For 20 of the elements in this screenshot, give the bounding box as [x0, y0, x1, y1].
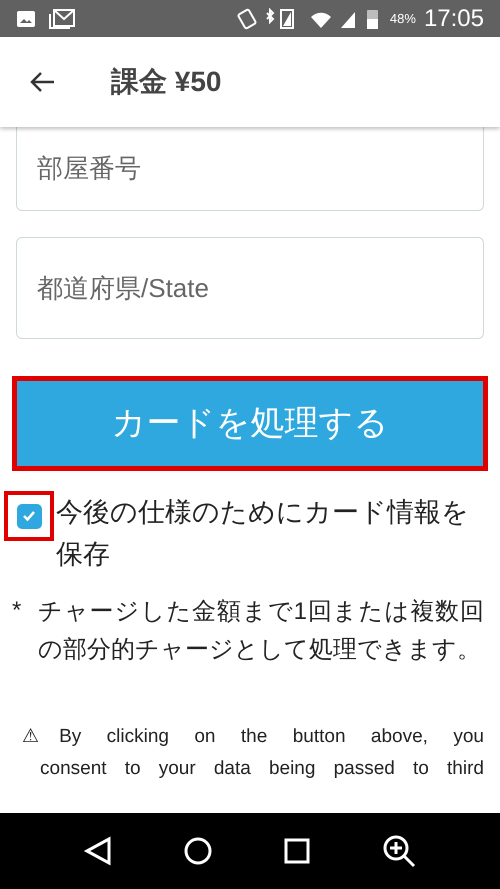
- text-field[interactable]: 都道府県/State: [16, 237, 484, 339]
- page-title: 課金 ¥50: [111, 65, 222, 99]
- home-circle-icon[interactable]: [182, 836, 212, 866]
- back-triangle-icon[interactable]: [84, 836, 112, 866]
- save-card-checkbox[interactable]: [16, 504, 42, 528]
- consent-text: ⚠By clicking on the button above, you: [22, 725, 484, 749]
- asterisk-mark: *: [12, 596, 22, 626]
- image-icon: [16, 10, 36, 28]
- battery-percent: 48%: [390, 10, 416, 28]
- check-icon: [22, 510, 36, 522]
- consent-text: consent to your data being passed to third: [39, 757, 484, 781]
- save-card-label: 今後の仕様のためにカード情報を保存: [56, 496, 470, 571]
- clock-time: 17:05: [424, 4, 484, 34]
- process-card-button[interactable]: カードを処理する: [17, 381, 483, 466]
- back-arrow-icon[interactable]: [28, 70, 56, 94]
- zoom-in-icon[interactable]: [380, 833, 416, 869]
- recents-square-icon[interactable]: [284, 838, 310, 864]
- charge-note: チャージした金額まで1回または複数回の部分的チャージとして処理できます。: [38, 597, 484, 665]
- mail-icon: [48, 8, 76, 30]
- text-field[interactable]: 部屋番号: [16, 127, 484, 211]
